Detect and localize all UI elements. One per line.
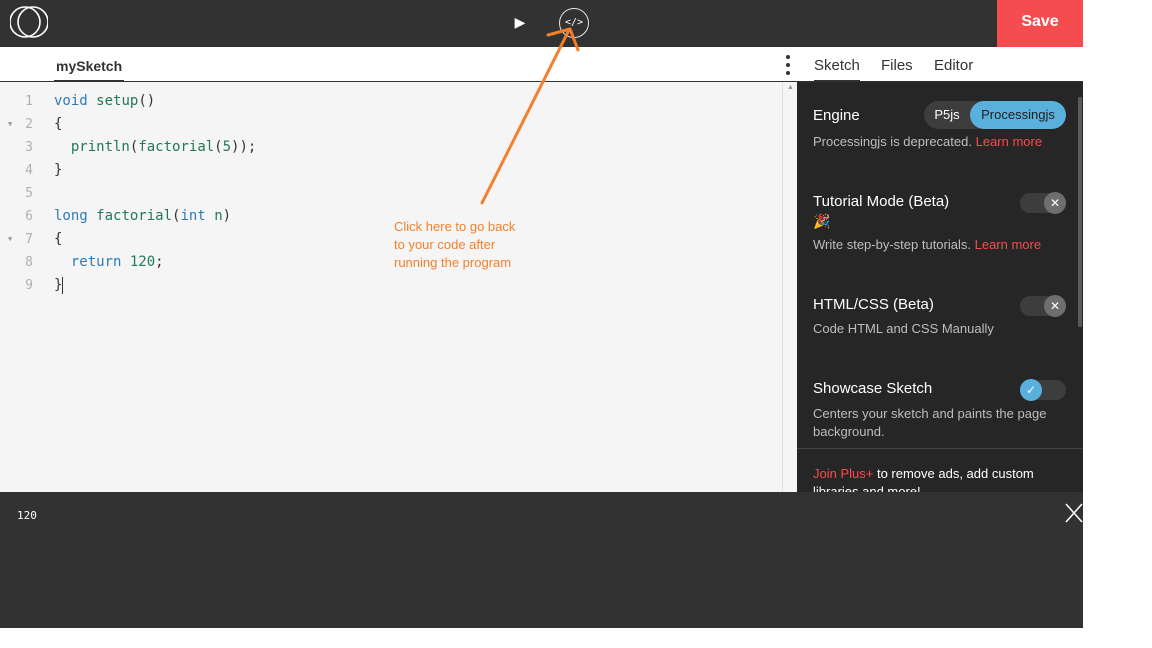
- line-number: 7: [25, 232, 33, 247]
- code-line: 5: [0, 182, 782, 205]
- party-popper-icon: 🎉: [813, 213, 831, 229]
- more-options-icon[interactable]: [782, 53, 794, 77]
- tab-editor[interactable]: Editor: [934, 57, 973, 82]
- editor-scrollbar[interactable]: ▲: [782, 82, 797, 492]
- engine-option-processingjs[interactable]: Processingjs: [970, 101, 1066, 129]
- code-text: {: [54, 116, 63, 132]
- engine-desc: Processingjs is deprecated. Learn more: [813, 134, 1043, 149]
- openprocessing-logo-icon[interactable]: [10, 5, 48, 39]
- file-tab-mysketch[interactable]: mySketch: [54, 57, 125, 82]
- line-number: 6: [25, 209, 33, 224]
- close-icon: ✕: [1044, 295, 1066, 317]
- annotation-arrow-icon: [480, 27, 580, 205]
- line-number: 3: [25, 140, 33, 155]
- code-line: 9 }: [0, 274, 782, 297]
- showcase-desc: Centers your sketch and paints the page …: [813, 406, 1047, 439]
- tab-files[interactable]: Files: [881, 57, 913, 82]
- learn-more-link[interactable]: Learn more: [976, 134, 1042, 149]
- engine-toggle: P5js Processingjs: [924, 101, 1066, 129]
- text-cursor: [62, 276, 64, 294]
- code-line: 4 }: [0, 159, 782, 182]
- close-icon: ✕: [1044, 192, 1066, 214]
- openprocessing-editor-window: ▶ </> Save mySketch 1 void setup() ▼ 2 {: [0, 0, 1152, 648]
- close-icon[interactable]: [1064, 502, 1083, 524]
- code-text: long factorial(int n): [54, 208, 232, 224]
- htmlcss-toggle[interactable]: ✕: [1020, 295, 1066, 317]
- settings-panel: Sketch Files Editor Engine P5js Processi…: [797, 47, 1083, 492]
- tutorial-mode-desc: Write step-by-step tutorials. Learn more: [813, 237, 1042, 252]
- code-text: return 120;: [70, 254, 164, 270]
- scroll-up-icon[interactable]: ▲: [787, 84, 794, 91]
- code-line: 6 long factorial(int n): [0, 205, 782, 228]
- code-text: println(factorial(5));: [70, 139, 257, 155]
- code-line: 1 void setup(): [0, 90, 782, 113]
- annotation-text: Click here to go back to your code after…: [394, 219, 516, 270]
- code-text: }: [54, 162, 63, 178]
- save-button[interactable]: Save: [997, 0, 1083, 47]
- engine-title: Engine: [813, 107, 860, 124]
- engine-option-p5js[interactable]: P5js: [924, 101, 970, 129]
- file-tab-strip: mySketch: [0, 47, 797, 82]
- line-number: 5: [25, 186, 33, 201]
- code-line: ▼ 7 {: [0, 228, 782, 251]
- line-number: 4: [25, 163, 33, 178]
- htmlcss-title: HTML/CSS (Beta): [813, 296, 934, 313]
- tutorial-mode-toggle[interactable]: ✕: [1020, 192, 1066, 214]
- plus-promo: Join Plus+ to remove ads, add custom lib…: [813, 466, 1034, 492]
- line-number: 2: [25, 117, 33, 132]
- console-panel: 120: [0, 492, 1083, 628]
- showcase-title: Showcase Sketch: [813, 380, 933, 397]
- checkmark-icon: ✓: [1020, 379, 1042, 401]
- tab-sketch[interactable]: Sketch: [814, 57, 860, 82]
- code-text: void setup(): [54, 93, 156, 109]
- tutorial-mode-title: Tutorial Mode (Beta): [813, 193, 950, 210]
- console-output: 120: [17, 509, 37, 522]
- divider: [797, 448, 1083, 449]
- code-area[interactable]: 1 void setup() ▼ 2 { 3 println(factorial…: [0, 83, 782, 492]
- code-line: 8 return 120;: [0, 251, 782, 274]
- showcase-toggle[interactable]: ✓: [1020, 379, 1066, 401]
- join-plus-link[interactable]: Join Plus+: [813, 466, 873, 481]
- code-line: ▼ 2 {: [0, 113, 782, 136]
- panel-scrollbar[interactable]: [1078, 97, 1082, 327]
- learn-more-link[interactable]: Learn more: [975, 237, 1041, 252]
- line-number: 9: [25, 278, 33, 293]
- panel-tabs: Sketch Files Editor: [797, 47, 1083, 82]
- code-text: }: [54, 276, 64, 294]
- code-text: {: [54, 231, 63, 247]
- code-line: 3 println(factorial(5));: [0, 136, 782, 159]
- line-number: 1: [25, 94, 33, 109]
- line-number: 8: [25, 255, 33, 270]
- htmlcss-desc: Code HTML and CSS Manually: [813, 321, 994, 336]
